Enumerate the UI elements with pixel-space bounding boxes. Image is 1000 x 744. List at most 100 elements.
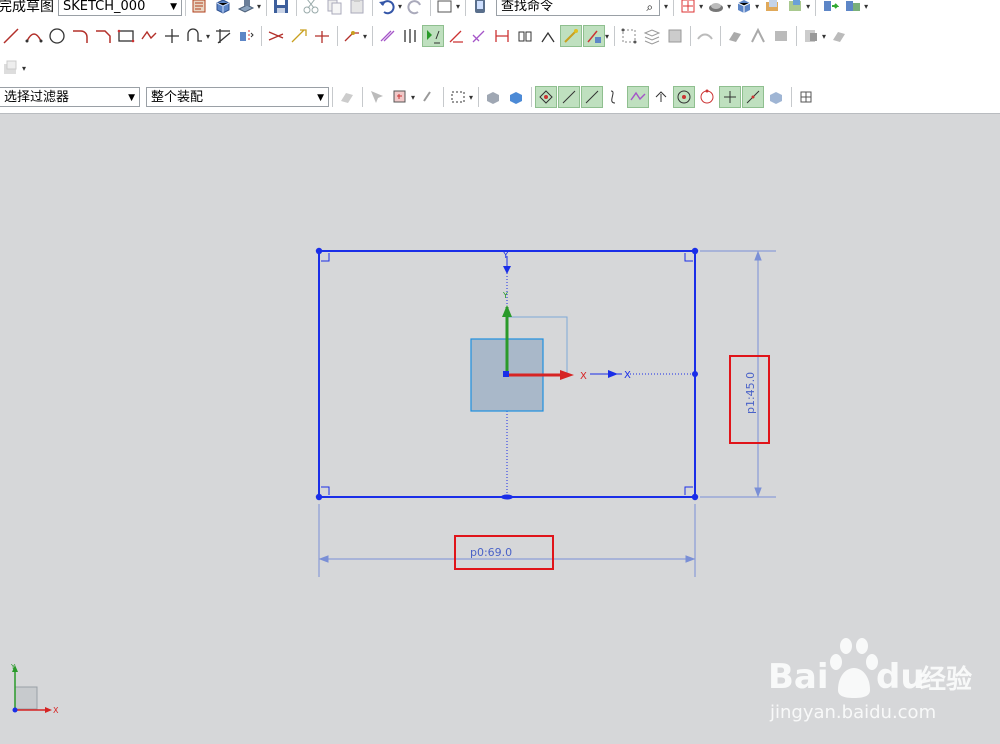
select-bodies-button[interactable] [482, 86, 504, 108]
rapid-dimension-button[interactable] [341, 25, 363, 47]
chevron-down-icon[interactable]: ▾ [664, 2, 668, 11]
snap-existing-point-button[interactable] [719, 86, 742, 108]
make-corner-button[interactable] [311, 25, 333, 47]
snap-quadrant-button[interactable] [696, 86, 718, 108]
chevron-down-icon[interactable]: ▾ [456, 2, 460, 11]
relations-browser-button[interactable] [583, 25, 606, 47]
reattach-sketch-button[interactable] [189, 0, 211, 17]
box-select-button[interactable] [447, 86, 469, 108]
gallery-button[interactable] [0, 57, 22, 79]
fillet-tool-button[interactable] [69, 25, 91, 47]
finish-sketch-label[interactable]: 完成草图 [0, 0, 54, 16]
sweep-button[interactable] [770, 25, 792, 47]
horizontal-dimension-label[interactable]: p0:69.0 [470, 546, 512, 559]
chevron-down-icon[interactable]: ▾ [864, 2, 868, 11]
deselect-button[interactable] [417, 86, 439, 108]
vertical-dimension[interactable] [700, 250, 776, 498]
alternate-solution-button[interactable] [514, 25, 536, 47]
chevron-down-icon[interactable]: ▾ [605, 32, 609, 41]
sketch-style-button[interactable] [235, 0, 257, 17]
polygon-tool-button[interactable] [138, 25, 160, 47]
geometric-constraint-button[interactable] [376, 25, 398, 47]
vertical-dimension-label[interactable]: p1:45.0 [744, 372, 757, 414]
point-tool-button[interactable] [161, 25, 183, 47]
chevron-down-icon[interactable]: ▾ [822, 32, 826, 41]
touch-mode-button[interactable] [469, 0, 491, 17]
offset-curve-button[interactable] [184, 25, 206, 47]
arc-tool-button[interactable] [23, 25, 45, 47]
continuous-auto-dimension-button[interactable] [560, 25, 583, 47]
chevron-down-icon[interactable]: ▾ [206, 32, 210, 41]
line-tool-button[interactable] [0, 25, 22, 47]
chevron-down-icon[interactable]: ▾ [806, 2, 810, 11]
quick-extend-button[interactable] [288, 25, 310, 47]
move-component-button[interactable] [819, 0, 841, 17]
chevron-down-icon[interactable]: ▾ [22, 64, 26, 73]
selection-filter-select[interactable]: 选择过滤器 ▼ [0, 87, 140, 107]
snap-endpoint-button[interactable] [535, 86, 558, 108]
snap-control-point-button[interactable] [604, 86, 626, 108]
snap-intersection-button[interactable] [627, 86, 650, 108]
selection-scope-button[interactable] [336, 86, 358, 108]
chamfer-tool-button[interactable] [92, 25, 114, 47]
convert-reference-button[interactable] [491, 25, 513, 47]
chamfer-icon [96, 30, 111, 43]
snap-circle-center-button[interactable] [673, 86, 696, 108]
layer-button[interactable] [761, 0, 783, 17]
chevron-down-icon[interactable]: ▾ [727, 2, 731, 11]
view-triad[interactable]: Y X [10, 663, 59, 715]
extrude-button[interactable] [724, 25, 746, 47]
select-faces-button[interactable] [505, 86, 527, 108]
show-constraints-button[interactable] [422, 25, 445, 47]
animate-dimension-button[interactable] [537, 25, 559, 47]
save-button[interactable] [270, 0, 292, 17]
paste-button[interactable] [346, 0, 368, 17]
fit-view-button[interactable] [677, 0, 699, 17]
snap-on-face-button[interactable] [765, 86, 787, 108]
snap-on-curve-button[interactable] [742, 86, 765, 108]
chevron-down-icon[interactable]: ▾ [755, 2, 759, 11]
render-style-button[interactable] [705, 0, 727, 17]
work-layer-button[interactable] [784, 0, 806, 17]
auto-constrain-button[interactable] [445, 25, 467, 47]
assembly-constraint-button[interactable] [842, 0, 864, 17]
orient-view-button[interactable] [212, 0, 234, 17]
command-search-input[interactable]: 查找命令 ⌕ [496, 0, 661, 16]
select-group-button[interactable] [389, 86, 411, 108]
circle-tool-button[interactable] [46, 25, 68, 47]
datum-coordinate-system[interactable]: Y X [470, 291, 587, 412]
select-feature-button[interactable] [366, 86, 388, 108]
snap-grid-button[interactable] [795, 86, 817, 108]
more-tools-button[interactable] [828, 25, 850, 47]
assembly-scope-select[interactable]: 整个装配 ▼ [146, 87, 329, 107]
rectangle-tool-button[interactable] [115, 25, 137, 47]
revolve-button[interactable] [747, 25, 769, 47]
chevron-down-icon[interactable]: ▾ [363, 32, 367, 41]
chevron-down-icon[interactable]: ▾ [257, 2, 261, 11]
horizontal-dimension[interactable] [318, 504, 696, 577]
chevron-down-icon[interactable]: ▾ [411, 93, 415, 102]
project-curve-button[interactable] [664, 25, 686, 47]
mirror-curve-button[interactable] [235, 25, 257, 47]
intersection-curve-button[interactable] [641, 25, 663, 47]
chevron-down-icon[interactable]: ▾ [699, 2, 703, 11]
cut-button[interactable] [300, 0, 322, 17]
sketch-name-select[interactable]: SKETCH_000 ▼ [58, 0, 182, 16]
snap-arc-center-button[interactable] [650, 86, 672, 108]
chevron-down-icon[interactable]: ▾ [398, 2, 402, 11]
view-cube-button[interactable] [733, 0, 755, 17]
chevron-down-icon[interactable]: ▾ [469, 93, 473, 102]
undo-button[interactable] [376, 0, 398, 17]
quick-trim-curve-button[interactable] [265, 25, 287, 47]
feature-group-button[interactable] [800, 25, 822, 47]
window-button[interactable] [434, 0, 456, 17]
auto-dimension-button[interactable] [468, 25, 490, 47]
snap-midpoint-button[interactable] [581, 86, 604, 108]
make-symmetric-button[interactable] [399, 25, 421, 47]
derived-line-button[interactable] [694, 25, 716, 47]
copy-button[interactable] [323, 0, 345, 17]
quick-trim-button[interactable] [212, 25, 234, 47]
redo-button[interactable] [404, 0, 426, 17]
snap-endpoint-line-button[interactable] [558, 86, 581, 108]
pattern-curve-button[interactable] [618, 25, 640, 47]
